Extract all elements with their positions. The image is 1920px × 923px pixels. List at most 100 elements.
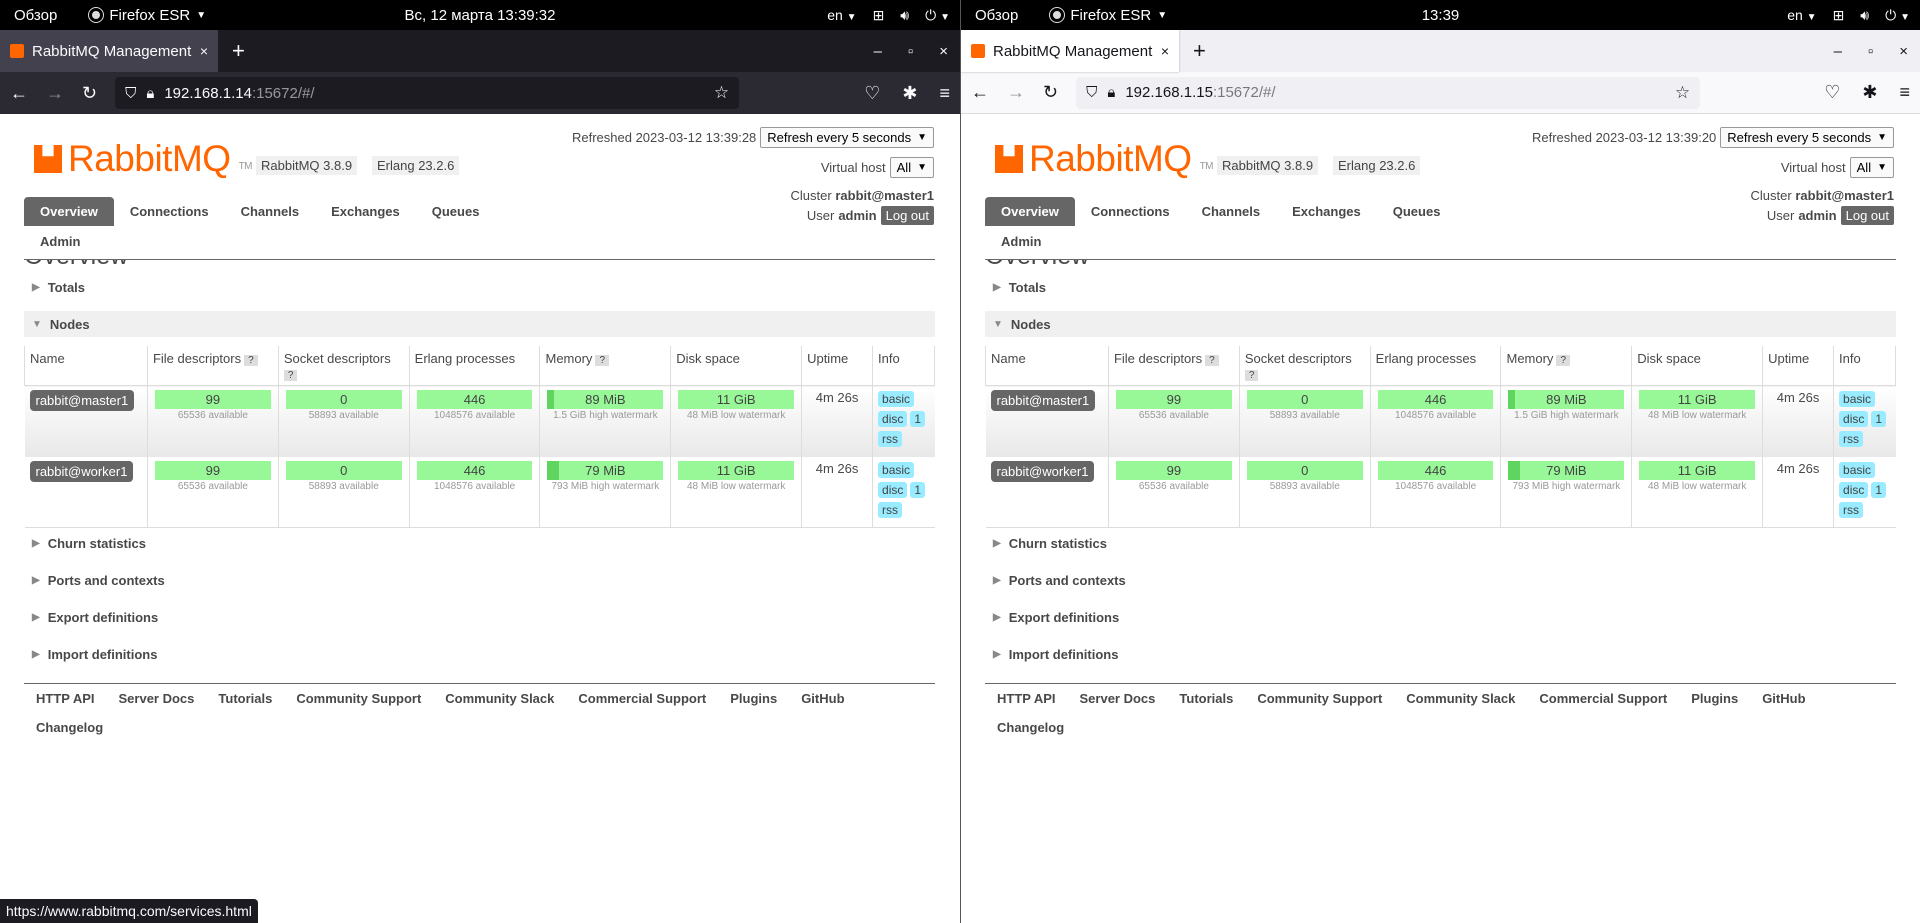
logout-button[interactable]: Log out (880, 206, 934, 225)
section-import-definitions[interactable]: ▶ Import definitions (985, 641, 1896, 667)
info-tag-count[interactable]: 1 (910, 411, 926, 427)
refresh-interval-select[interactable]: Refresh every 5 seconds ▼ (1720, 127, 1894, 148)
footer-link-http-api[interactable]: HTTP API (997, 691, 1056, 706)
forward-icon[interactable]: → (1007, 82, 1025, 103)
node-name-link[interactable]: rabbit@worker1 (29, 460, 134, 482)
menu-hamburger-icon[interactable]: ≡ (1899, 82, 1910, 103)
shield-icon[interactable]: ⛉ (1086, 84, 1097, 101)
activities-button[interactable]: Обзор (975, 7, 1018, 24)
app-menu[interactable]: Firefox ESR ▼ (1049, 7, 1167, 24)
node-name-link[interactable]: rabbit@worker1 (990, 460, 1095, 482)
section-export-definitions[interactable]: ▶ Export definitions (985, 604, 1896, 630)
tab-admin[interactable]: Admin (40, 234, 80, 249)
tab-connections[interactable]: Connections (114, 197, 225, 226)
info-tag-count[interactable]: 1 (1871, 411, 1887, 427)
footer-link-community-support[interactable]: Community Support (296, 691, 421, 706)
section-totals[interactable]: ▶ Totals (24, 274, 935, 300)
maximize-window-button[interactable]: ▫ (1868, 43, 1873, 60)
info-tag-rss[interactable]: rss (878, 501, 903, 518)
extension-icon[interactable]: ✱ (902, 83, 917, 104)
pocket-icon[interactable]: ♡ (1824, 82, 1840, 103)
footer-link-changelog[interactable]: Changelog (36, 720, 103, 735)
info-tag-disc[interactable]: disc (878, 481, 908, 498)
activities-button[interactable]: Обзор (14, 7, 57, 24)
section-ports-and-contexts[interactable]: ▶ Ports and contexts (24, 567, 935, 593)
app-menu[interactable]: Firefox ESR ▼ (88, 7, 206, 24)
tab-overview[interactable]: Overview (24, 197, 114, 226)
tab-rabbitmq-management[interactable]: RabbitMQ Management × (961, 30, 1179, 72)
info-tag-rss[interactable]: rss (1839, 501, 1864, 518)
help-button[interactable]: ? (1556, 355, 1570, 366)
rabbitmq-logo[interactable]: RabbitMQ TM (995, 138, 1214, 180)
footer-link-community-slack[interactable]: Community Slack (445, 691, 554, 706)
tab-overview[interactable]: Overview (985, 197, 1075, 226)
close-window-button[interactable]: × (939, 43, 948, 60)
section-churn-statistics[interactable]: ▶ Churn statistics (985, 530, 1896, 556)
power-icon[interactable]: ⏻ ▼ (1885, 7, 1910, 24)
footer-link-github[interactable]: GitHub (1762, 691, 1805, 706)
info-tag-disc[interactable]: disc (1839, 411, 1869, 427)
footer-link-community-slack[interactable]: Community Slack (1406, 691, 1515, 706)
info-tag-count[interactable]: 1 (910, 481, 926, 498)
node-name-link[interactable]: rabbit@master1 (29, 390, 135, 411)
tab-admin[interactable]: Admin (1001, 234, 1041, 249)
info-tag-basic[interactable]: basic (878, 391, 915, 407)
close-tab-icon[interactable]: × (200, 43, 208, 59)
info-tag-disc[interactable]: disc (878, 411, 908, 427)
section-import-definitions[interactable]: ▶ Import definitions (24, 641, 935, 667)
minimize-window-button[interactable]: – (1834, 43, 1842, 60)
rabbitmq-logo[interactable]: RabbitMQ TM (34, 138, 253, 180)
footer-link-tutorials[interactable]: Tutorials (218, 691, 272, 706)
footer-link-tutorials[interactable]: Tutorials (1179, 691, 1233, 706)
power-icon[interactable]: ⏻ ▼ (925, 7, 950, 24)
reload-icon[interactable]: ↻ (82, 83, 97, 104)
new-tab-button[interactable]: + (1193, 38, 1206, 64)
tab-channels[interactable]: Channels (1186, 197, 1277, 226)
minimize-window-button[interactable]: – (874, 43, 882, 60)
section-export-definitions[interactable]: ▶ Export definitions (24, 604, 935, 630)
url-bar[interactable]: ⛉ 🔒︎ 192.168.1.15:15672/#/ ☆ (1076, 76, 1701, 109)
footer-link-plugins[interactable]: Plugins (730, 691, 777, 706)
info-tag-disc[interactable]: disc (1839, 481, 1869, 498)
forward-icon[interactable]: → (46, 83, 64, 104)
info-tag-count[interactable]: 1 (1871, 481, 1887, 498)
lock-icon[interactable]: 🔒︎ (1107, 84, 1115, 101)
menu-hamburger-icon[interactable]: ≡ (939, 83, 950, 104)
footer-link-commercial-support[interactable]: Commercial Support (1539, 691, 1667, 706)
back-icon[interactable]: ← (971, 82, 989, 103)
tab-exchanges[interactable]: Exchanges (1276, 197, 1377, 226)
url-bar[interactable]: ⛉ 🔒︎ 192.168.1.14:15672/#/ ☆ (115, 77, 740, 109)
section-churn-statistics[interactable]: ▶ Churn statistics (24, 530, 935, 556)
footer-link-http-api[interactable]: HTTP API (36, 691, 95, 706)
info-tag-basic[interactable]: basic (1839, 391, 1876, 407)
extension-icon[interactable]: ✱ (1862, 82, 1877, 103)
section-totals[interactable]: ▶ Totals (985, 274, 1896, 300)
bookmark-star-icon[interactable]: ☆ (1675, 83, 1690, 103)
tab-queues[interactable]: Queues (416, 197, 496, 226)
virtual-host-select[interactable]: All ▼ (1849, 157, 1894, 178)
logout-button[interactable]: Log out (1840, 206, 1894, 225)
tab-queues[interactable]: Queues (1377, 197, 1457, 226)
help-button[interactable]: ? (1244, 370, 1259, 381)
tab-exchanges[interactable]: Exchanges (315, 197, 416, 226)
refresh-interval-select[interactable]: Refresh every 5 seconds ▼ (760, 127, 934, 148)
reload-icon[interactable]: ↻ (1043, 82, 1058, 103)
volume-icon[interactable]: 🔊︎ (1860, 7, 1869, 24)
node-name-link[interactable]: rabbit@master1 (990, 390, 1096, 411)
back-icon[interactable]: ← (10, 83, 28, 104)
help-button[interactable]: ? (595, 355, 609, 366)
help-button[interactable]: ? (244, 355, 258, 366)
help-button[interactable]: ? (1205, 355, 1219, 366)
maximize-window-button[interactable]: ▫ (908, 43, 913, 60)
volume-icon[interactable]: 🔊︎ (900, 7, 909, 24)
info-tag-basic[interactable]: basic (1839, 461, 1876, 478)
footer-link-server-docs[interactable]: Server Docs (119, 691, 195, 706)
section-nodes[interactable]: ▼ Nodes (985, 311, 1896, 337)
language-indicator[interactable]: en ▼ (1787, 7, 1816, 23)
help-button[interactable]: ? (283, 370, 298, 381)
footer-link-changelog[interactable]: Changelog (997, 720, 1064, 735)
tab-rabbitmq-management[interactable]: RabbitMQ Management × (0, 30, 218, 72)
info-tag-rss[interactable]: rss (1839, 431, 1864, 447)
section-ports-and-contexts[interactable]: ▶ Ports and contexts (985, 567, 1896, 593)
close-window-button[interactable]: × (1899, 43, 1908, 60)
